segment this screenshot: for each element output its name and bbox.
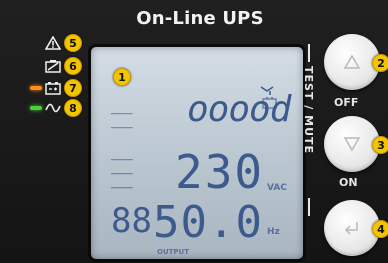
product-title: On-Line UPS (136, 8, 264, 29)
lcd-frequency-unit: Hz (267, 227, 280, 237)
lcd-row3-prefix: 88 (111, 201, 152, 241)
lcd-voltage-unit: VAC (267, 183, 287, 193)
led-off (30, 64, 42, 68)
down-button[interactable]: 3 (324, 116, 388, 172)
callout-badge: 8 (64, 99, 82, 117)
warning-icon (45, 36, 61, 50)
indicator-battery-fault: 6 (30, 55, 82, 77)
callout-badge: 6 (64, 57, 82, 75)
on-label: ON (339, 176, 358, 189)
indicator-ac-mode: 8 (30, 97, 82, 119)
callout-badge: 3 (372, 136, 388, 154)
indicator-battery: 7 (30, 77, 82, 99)
triangle-up-icon (343, 54, 361, 69)
test-mute-text: TEST / MUTE (302, 66, 315, 155)
lcd-frequency-value: 50.0 (153, 197, 263, 248)
callout-badge: 4 (372, 220, 388, 238)
lcd-row1-segments: ooood (187, 89, 291, 130)
callout-badge: 5 (64, 34, 82, 52)
bracket-bottom (308, 198, 310, 216)
ups-front-panel: On-Line UPS 5 6 7 8 1 ‾‾ ‾‾ ‾‾ ‾‾ ‾‾ ooo… (0, 0, 388, 263)
enter-button[interactable]: 4 (324, 200, 388, 256)
battery-fault-icon (45, 60, 61, 73)
lcd-display: 1 ‾‾ ‾‾ ‾‾ ‾‾ ‾‾ ooood 230 VAC 88 50.0 Hz O… (88, 44, 306, 262)
led-green (30, 106, 42, 110)
led-off (30, 41, 42, 45)
callout-badge: 7 (64, 79, 82, 97)
triangle-down-icon (343, 137, 361, 152)
lcd-dash-segment: ‾‾ ‾‾ (111, 111, 133, 146)
lcd-voltage-value: 230 (175, 145, 265, 199)
test-mute-label: TEST / MUTE (300, 66, 316, 157)
lcd-dash-segment: ‾‾ ‾‾ ‾‾ (111, 157, 133, 206)
indicator-warning: 5 (30, 32, 82, 54)
up-button[interactable]: 2 (324, 34, 388, 90)
ac-wave-icon (45, 103, 61, 113)
callout-badge: 2 (372, 54, 388, 72)
battery-icon (45, 82, 61, 95)
led-orange (30, 86, 42, 90)
bracket-top (308, 44, 310, 62)
callout-badge: 1 (113, 68, 131, 86)
lcd-output-label: OUTPUT (157, 248, 189, 256)
enter-icon (344, 222, 358, 235)
off-label: OFF (334, 96, 359, 109)
